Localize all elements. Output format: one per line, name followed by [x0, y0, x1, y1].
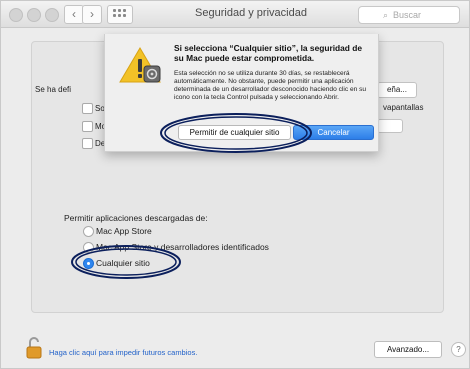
change-password-button[interactable]: eña... — [377, 82, 417, 98]
search-icon: ⌕ — [383, 10, 389, 20]
side-field[interactable] — [377, 119, 403, 133]
grid-icon — [123, 9, 126, 12]
minimize-window-button[interactable] — [27, 8, 41, 22]
radio-anywhere-label: Cualquier sitio — [96, 258, 150, 268]
radio-identified-developers-label: Mac App Store y desarrolladores identifi… — [96, 242, 269, 252]
radio-identified-developers[interactable] — [83, 242, 94, 253]
grid-icon — [118, 14, 121, 17]
lock-icon[interactable] — [26, 337, 42, 359]
checkbox-2[interactable] — [82, 121, 93, 132]
radio-mac-app-store-label: Mac App Store — [96, 226, 152, 236]
security-warning-sheet: Si selecciona “Cualquier sitio”, la segu… — [104, 34, 379, 152]
checkbox-1[interactable] — [82, 103, 93, 114]
help-icon[interactable]: ? — [451, 342, 466, 357]
title-bar: ‹ › Seguridad y privacidad ⌕ Buscar — [1, 1, 469, 28]
cancel-button[interactable]: Cancelar — [293, 125, 374, 140]
search-placeholder: Buscar — [393, 10, 422, 20]
show-all-grid-button[interactable] — [107, 5, 133, 24]
general-prefix-text: Se ha defi — [35, 85, 72, 94]
lock-prevent-changes-link[interactable]: Haga clic aquí para impedir futuros camb… — [49, 348, 197, 357]
radio-mac-app-store[interactable] — [83, 226, 94, 237]
preferences-window: ‹ › Seguridad y privacidad ⌕ Buscar Se h… — [0, 0, 470, 369]
downloads-heading: Permitir aplicaciones descargadas de: — [64, 213, 208, 223]
warning-icon — [119, 47, 161, 83]
radio-anywhere[interactable] — [83, 258, 94, 269]
grid-icon — [123, 14, 126, 17]
search-input[interactable]: ⌕ Buscar — [358, 6, 460, 24]
forward-button[interactable]: › — [82, 5, 102, 24]
back-button[interactable]: ‹ — [64, 5, 84, 24]
grid-icon — [113, 14, 116, 17]
close-window-button[interactable] — [9, 8, 23, 22]
sheet-title: Si selecciona “Cualquier sitio”, la segu… — [174, 43, 363, 63]
grid-icon — [113, 9, 116, 12]
screensaver-text: vapantallas — [383, 103, 424, 112]
zoom-window-button[interactable] — [45, 8, 59, 22]
allow-anywhere-button[interactable]: Permitir de cualquier sitio — [178, 125, 291, 140]
sheet-body: Esta selección no se utiliza durante 30 … — [174, 70, 367, 101]
checkbox-3[interactable] — [82, 138, 93, 149]
window-title: Seguridad y privacidad — [195, 7, 307, 19]
grid-icon — [118, 9, 121, 12]
advanced-button[interactable]: Avanzado... — [374, 341, 442, 358]
